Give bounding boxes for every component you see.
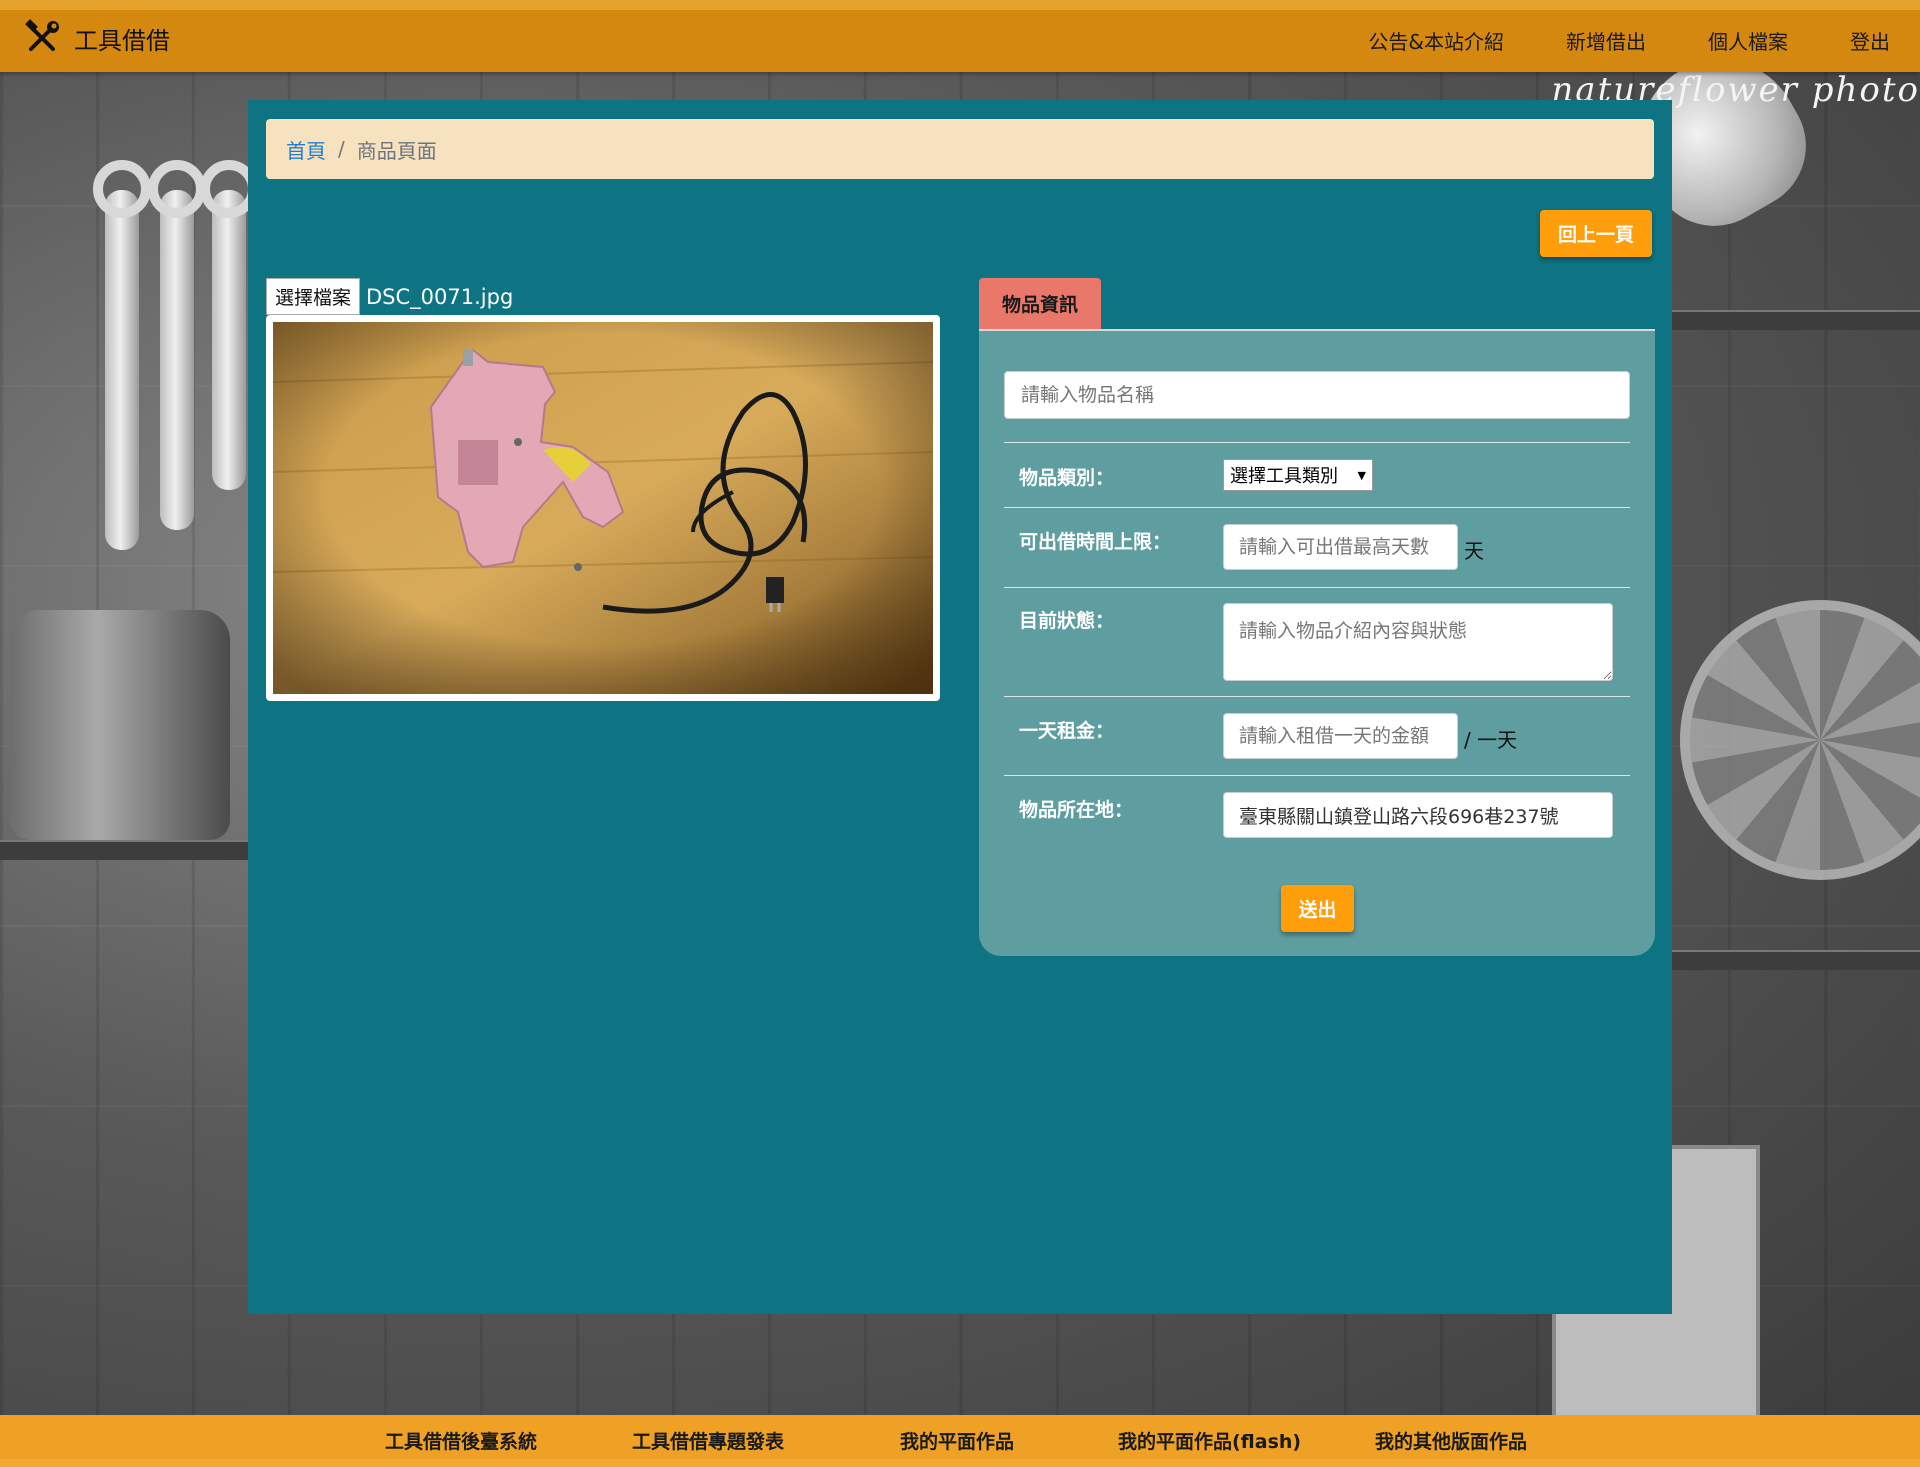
footer-link-graphic-works[interactable]: 我的平面作品 (900, 1427, 1014, 1454)
file-upload-row: 選擇檔案 DSC_0071.jpg (266, 278, 513, 315)
category-selected-value: 選擇工具類別 (1230, 466, 1338, 487)
location-input[interactable] (1223, 792, 1613, 838)
location-label: 物品所在地： (1019, 799, 1134, 821)
brand[interactable]: 工具借借 (22, 18, 170, 58)
footer-link-flash-works[interactable]: 我的平面作品(flash) (1118, 1427, 1301, 1454)
status-label: 目前狀態： (1019, 610, 1115, 632)
nav-announcements[interactable]: 公告&本站介紹 (1368, 26, 1504, 55)
item-name-input[interactable] (1004, 371, 1630, 419)
wrench-decoration (148, 160, 206, 530)
divider (1004, 775, 1630, 776)
breadcrumb: 首頁 / 商品頁面 (266, 119, 1654, 179)
footer-link-backend[interactable]: 工具借借後臺系統 (385, 1427, 537, 1454)
status-textarea[interactable] (1223, 603, 1613, 681)
fan-decoration (1680, 600, 1920, 880)
dropdown-arrow-icon: ▼ (1357, 468, 1366, 482)
tools-icon (22, 18, 62, 58)
breadcrumb-home[interactable]: 首頁 (286, 135, 326, 164)
nav-profile[interactable]: 個人檔案 (1708, 26, 1788, 55)
glue-gun-photo (273, 322, 933, 694)
footer-link-other-works[interactable]: 我的其他版面作品 (1375, 1427, 1527, 1454)
breadcrumb-current: 商品頁面 (356, 138, 437, 163)
main-panel: 首頁 / 商品頁面 回上一頁 選擇檔案 DSC_0071.jpg 物品資訊 請輸… (248, 100, 1672, 1314)
shelf-decoration (1672, 950, 1920, 970)
file-name: DSC_0071.jpg (366, 284, 514, 309)
breadcrumb-separator: / (338, 137, 345, 161)
wrench-decoration (200, 160, 258, 490)
nav-logout[interactable]: 登出 (1850, 26, 1890, 55)
divider (1004, 587, 1630, 588)
brand-title: 工具借借 (74, 26, 170, 55)
max-days-input[interactable] (1223, 524, 1458, 570)
choose-file-button[interactable]: 選擇檔案 (266, 278, 361, 315)
item-info-card: 物品類別： 選擇工具類別 ▼ 可出借時間上限： 天 目前狀態： 一天租金： / … (979, 331, 1655, 956)
jug-decoration (10, 610, 230, 840)
category-select[interactable]: 選擇工具類別 ▼ (1223, 459, 1373, 491)
category-label: 物品類別： (1019, 467, 1115, 489)
shelf-decoration (0, 840, 250, 860)
tab-item-info[interactable]: 物品資訊 (979, 278, 1101, 329)
max-days-label: 可出借時間上限： (1019, 531, 1172, 553)
footer-link-project[interactable]: 工具借借專題發表 (632, 1427, 784, 1454)
wrench-decoration (93, 160, 151, 550)
shelf-decoration (1672, 310, 1920, 330)
rent-input[interactable] (1223, 713, 1458, 759)
rent-label: 一天租金： (1019, 720, 1115, 742)
footer: 工具借借後臺系統 工具借借專題發表 我的平面作品 我的平面作品(flash) 我… (0, 1415, 1920, 1467)
divider (1004, 442, 1630, 443)
image-preview (266, 315, 940, 701)
top-navbar: 工具借借 公告&本站介紹 新增借出 個人檔案 登出 (0, 0, 1920, 72)
divider (1004, 507, 1630, 508)
back-button[interactable]: 回上一頁 (1540, 210, 1652, 257)
rent-unit: / 一天 (1464, 728, 1518, 752)
main-nav: 公告&本站介紹 新增借出 個人檔案 登出 (1306, 26, 1890, 55)
nav-new-lend[interactable]: 新增借出 (1566, 26, 1646, 55)
divider (1004, 696, 1630, 697)
max-days-unit: 天 (1464, 539, 1484, 563)
submit-button[interactable]: 送出 (1281, 885, 1354, 932)
